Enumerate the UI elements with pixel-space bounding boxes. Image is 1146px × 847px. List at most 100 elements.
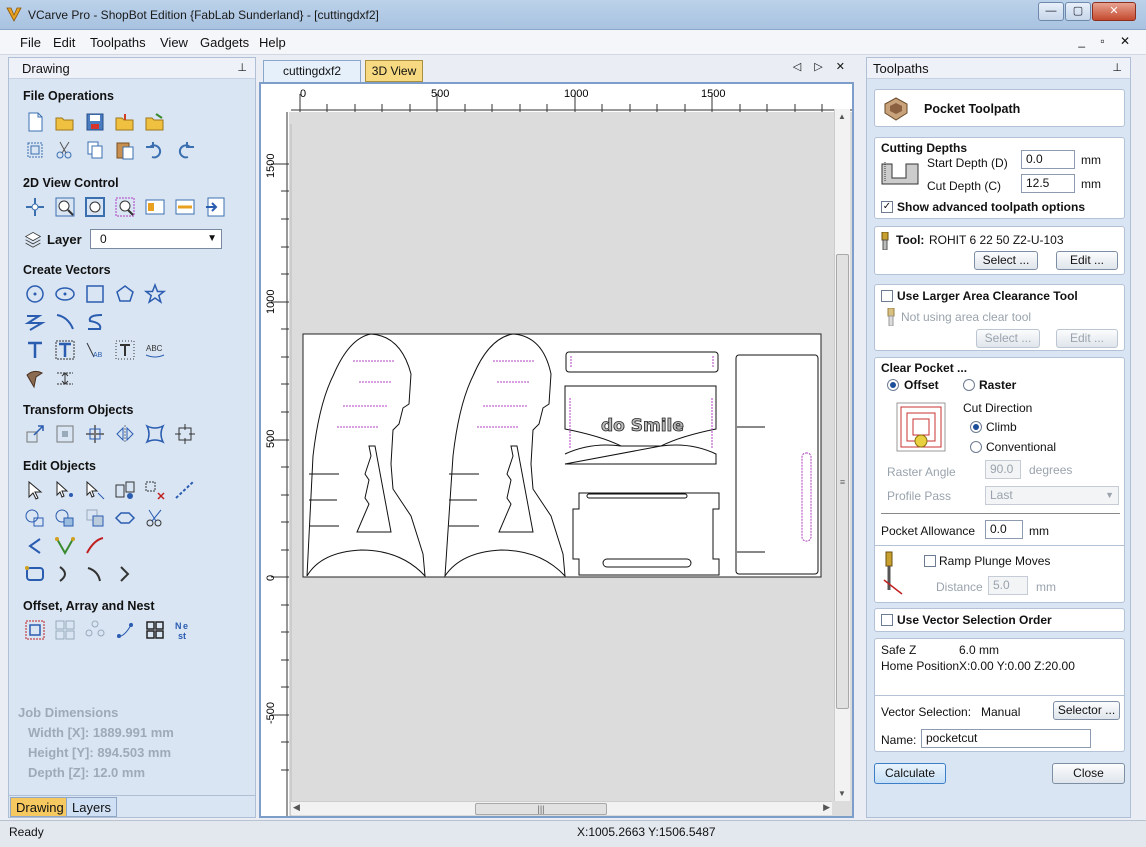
menu-view[interactable]: View <box>160 35 188 50</box>
menu-edit[interactable]: Edit <box>53 35 75 50</box>
text-arc-icon[interactable]: ABC <box>144 339 166 361</box>
profile-pass-dropdown[interactable]: Last ▼ <box>985 486 1119 505</box>
copy-along-vector-icon[interactable] <box>114 619 136 641</box>
view-right-icon[interactable] <box>174 196 196 218</box>
job-setup-icon[interactable] <box>24 139 46 161</box>
tab-layers[interactable]: Layers <box>66 797 118 817</box>
scale-icon[interactable] <box>84 423 106 445</box>
new-file-icon[interactable] <box>24 111 46 133</box>
vector-order-checkbox[interactable] <box>881 614 893 626</box>
conventional-radio[interactable] <box>970 441 982 453</box>
polygon-icon[interactable] <box>114 283 136 305</box>
undo-icon[interactable] <box>144 139 166 161</box>
tab-cuttingdxf2[interactable]: cuttingdxf2 <box>263 60 361 82</box>
array-copy-icon[interactable] <box>54 619 76 641</box>
menu-toolpaths[interactable]: Toolpaths <box>90 35 146 50</box>
dimension-icon[interactable] <box>54 367 76 389</box>
pin-icon[interactable]: ⊥ <box>237 61 247 74</box>
import-bitmap-icon[interactable] <box>144 111 166 133</box>
distance-input[interactable]: 5.0 <box>988 576 1028 595</box>
advanced-options-checkbox[interactable]: ✓ <box>881 201 893 213</box>
text-on-curve-icon[interactable]: AB <box>84 339 106 361</box>
ungroup-icon[interactable] <box>144 479 166 501</box>
area-select-button[interactable]: Select ... <box>976 329 1040 348</box>
mirror-icon[interactable] <box>114 423 136 445</box>
move-icon[interactable] <box>24 423 46 445</box>
document-nav-controls[interactable]: ◁ ▷ ✕ <box>793 60 850 73</box>
offset-radio[interactable] <box>887 379 899 391</box>
trim-icon[interactable] <box>144 507 166 529</box>
text-fit-icon[interactable] <box>114 339 136 361</box>
pan-icon[interactable] <box>24 196 46 218</box>
close-vectors-icon[interactable] <box>24 563 46 585</box>
view-left-icon[interactable] <box>144 196 166 218</box>
maximize-button[interactable]: ▢ <box>1065 2 1091 21</box>
offset-icon[interactable] <box>24 619 46 641</box>
chamfer-icon[interactable] <box>84 535 106 557</box>
open-file-icon[interactable] <box>54 111 76 133</box>
nest-letters-icon[interactable]: Ne st <box>174 619 196 641</box>
climb-radio[interactable] <box>970 421 982 433</box>
text-icon[interactable] <box>24 339 46 361</box>
rectangle-icon[interactable] <box>84 283 106 305</box>
ramp-checkbox[interactable] <box>924 555 936 567</box>
cut-depth-input[interactable]: 12.5 <box>1021 174 1075 193</box>
paste-icon[interactable] <box>114 139 136 161</box>
weld-icon[interactable] <box>24 507 46 529</box>
node-edit-icon[interactable] <box>54 479 76 501</box>
import-vectors-icon[interactable] <box>114 111 136 133</box>
calculate-button[interactable]: Calculate <box>874 763 946 784</box>
subtract-icon[interactable] <box>54 507 76 529</box>
selector-button[interactable]: Selector ... <box>1053 701 1120 720</box>
circular-array-icon[interactable] <box>84 619 106 641</box>
scroll-down-icon[interactable]: ▼ <box>838 789 846 798</box>
layer-dropdown[interactable]: 0 ▼ <box>90 229 222 249</box>
intersect-icon[interactable] <box>84 507 106 529</box>
scroll-right-icon[interactable]: ▶ <box>823 802 830 813</box>
measure-icon[interactable] <box>174 479 196 501</box>
menu-file[interactable]: File <box>20 35 41 50</box>
start-depth-input[interactable]: 0.0 <box>1021 150 1075 169</box>
2d-view[interactable]: 0 500 1000 1500 1500 1000 500 0 -500 do … <box>259 82 854 818</box>
auto-text-icon[interactable] <box>54 339 76 361</box>
menu-help[interactable]: Help <box>259 35 286 50</box>
tab-3d-view[interactable]: 3D View <box>365 60 423 82</box>
polyline-icon[interactable] <box>24 311 46 333</box>
scroll-up-icon[interactable]: ▲ <box>838 112 846 121</box>
trim-open-icon[interactable] <box>84 563 106 585</box>
tool-select-button[interactable]: Select ... <box>974 251 1038 270</box>
pocket-allowance-input[interactable]: 0.0 <box>985 520 1023 539</box>
larger-area-checkbox[interactable] <box>881 290 893 302</box>
view-toggle-icon[interactable] <box>204 196 226 218</box>
arc-icon[interactable] <box>54 311 76 333</box>
zoom-box-icon[interactable] <box>54 196 76 218</box>
curve-icon[interactable] <box>84 311 106 333</box>
menu-gadgets[interactable]: Gadgets <box>200 35 249 50</box>
horizontal-scroll-thumb[interactable]: ||| <box>475 803 607 815</box>
smooth-icon[interactable] <box>24 535 46 557</box>
interactive-transform-icon[interactable] <box>84 479 106 501</box>
zoom-all-icon[interactable] <box>84 196 106 218</box>
area-edit-button[interactable]: Edit ... <box>1056 329 1118 348</box>
cut-icon[interactable] <box>54 139 76 161</box>
star-icon[interactable] <box>144 283 166 305</box>
scroll-left-icon[interactable]: ◀ <box>293 802 300 813</box>
zoom-selection-icon[interactable] <box>114 196 136 218</box>
group-icon[interactable] <box>114 479 136 501</box>
save-file-icon[interactable] <box>84 111 106 133</box>
raster-angle-input[interactable]: 90.0 <box>985 460 1021 479</box>
vertical-scrollbar[interactable]: ▲ ≡ ▼ <box>834 109 850 801</box>
join-icon[interactable] <box>114 507 136 529</box>
raster-radio[interactable] <box>963 379 975 391</box>
name-input[interactable]: pocketcut <box>921 729 1091 748</box>
extend-icon[interactable] <box>54 563 76 585</box>
minimize-button[interactable]: — <box>1038 2 1064 21</box>
horizontal-scrollbar[interactable]: ◀ ||| ▶ <box>291 801 832 815</box>
nest-parts-icon[interactable] <box>144 619 166 641</box>
tab-drawing[interactable]: Drawing <box>10 797 70 817</box>
close-button[interactable]: Close <box>1052 763 1125 784</box>
align-icon[interactable] <box>54 423 76 445</box>
create-tab-icon[interactable] <box>114 563 136 585</box>
close-window-button[interactable]: ✕ <box>1092 2 1136 21</box>
pin-icon[interactable]: ⊥ <box>1112 61 1122 74</box>
